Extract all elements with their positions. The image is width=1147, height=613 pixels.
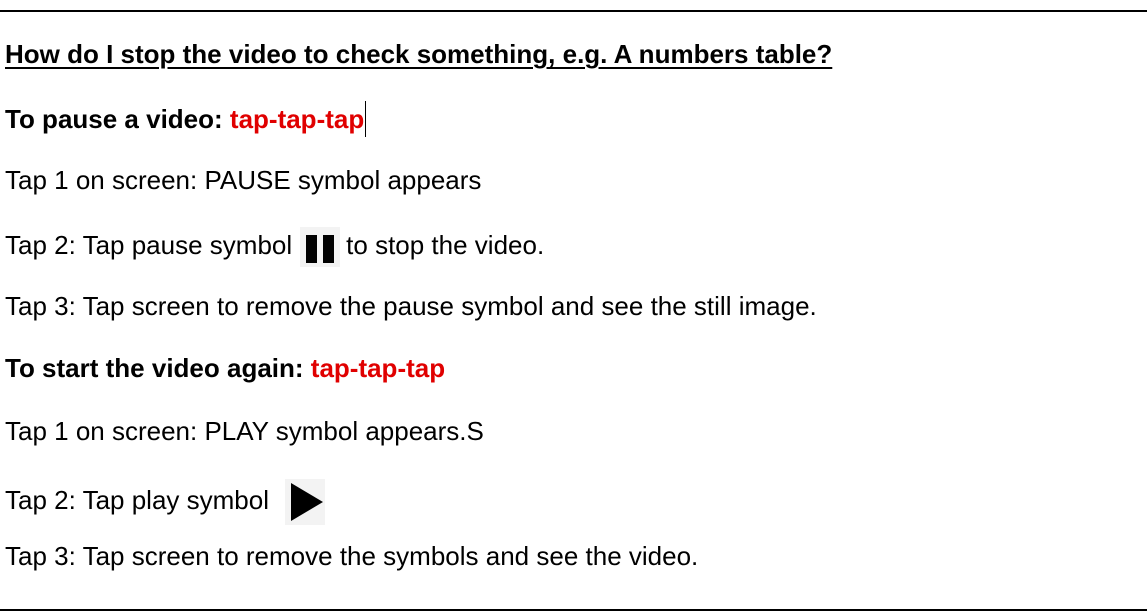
pause-title-text: To pause a video: (5, 104, 230, 134)
play-icon (285, 479, 325, 525)
bottom-divider (0, 609, 1147, 611)
pause-step-3: Tap 3: Tap screen to remove the pause sy… (5, 291, 817, 321)
play-section-title: To start the video again: tap-tap-tap (5, 352, 445, 384)
question-heading: How do I stop the video to check somethi… (5, 38, 832, 70)
pause-bar-right (323, 235, 335, 263)
play-action-text: tap-tap-tap (310, 353, 446, 383)
pause-section-title: To pause a video: tap-tap-tap (5, 101, 367, 137)
pause-step-2: Tap 2: Tap pause symbol to stop the video… (5, 227, 544, 267)
top-divider (0, 10, 1147, 12)
pause-icon (300, 227, 341, 267)
question-heading-text: How do I stop the video to check somethi… (5, 39, 833, 69)
pause-action-text: tap-tap-tap (229, 104, 365, 134)
pause-step-1: Tap 1 on screen: PAUSE symbol appears (5, 165, 482, 195)
pause-step-2-after: to stop the video. (346, 229, 545, 260)
play-step-1: Tap 1 on screen: PLAY symbol appears.S (5, 416, 484, 446)
play-step-2: Tap 2: Tap play symbol (5, 479, 325, 525)
play-triangle (291, 483, 323, 521)
play-step-2-before: Tap 2: Tap play symbol (5, 484, 269, 515)
play-step-3: Tap 3: Tap screen to remove the symbols … (5, 541, 699, 571)
play-title-text: To start the video again: (5, 353, 311, 383)
pause-bar-left (306, 235, 318, 263)
pause-step-2-before: Tap 2: Tap pause symbol (5, 229, 293, 260)
text-cursor (365, 101, 367, 137)
